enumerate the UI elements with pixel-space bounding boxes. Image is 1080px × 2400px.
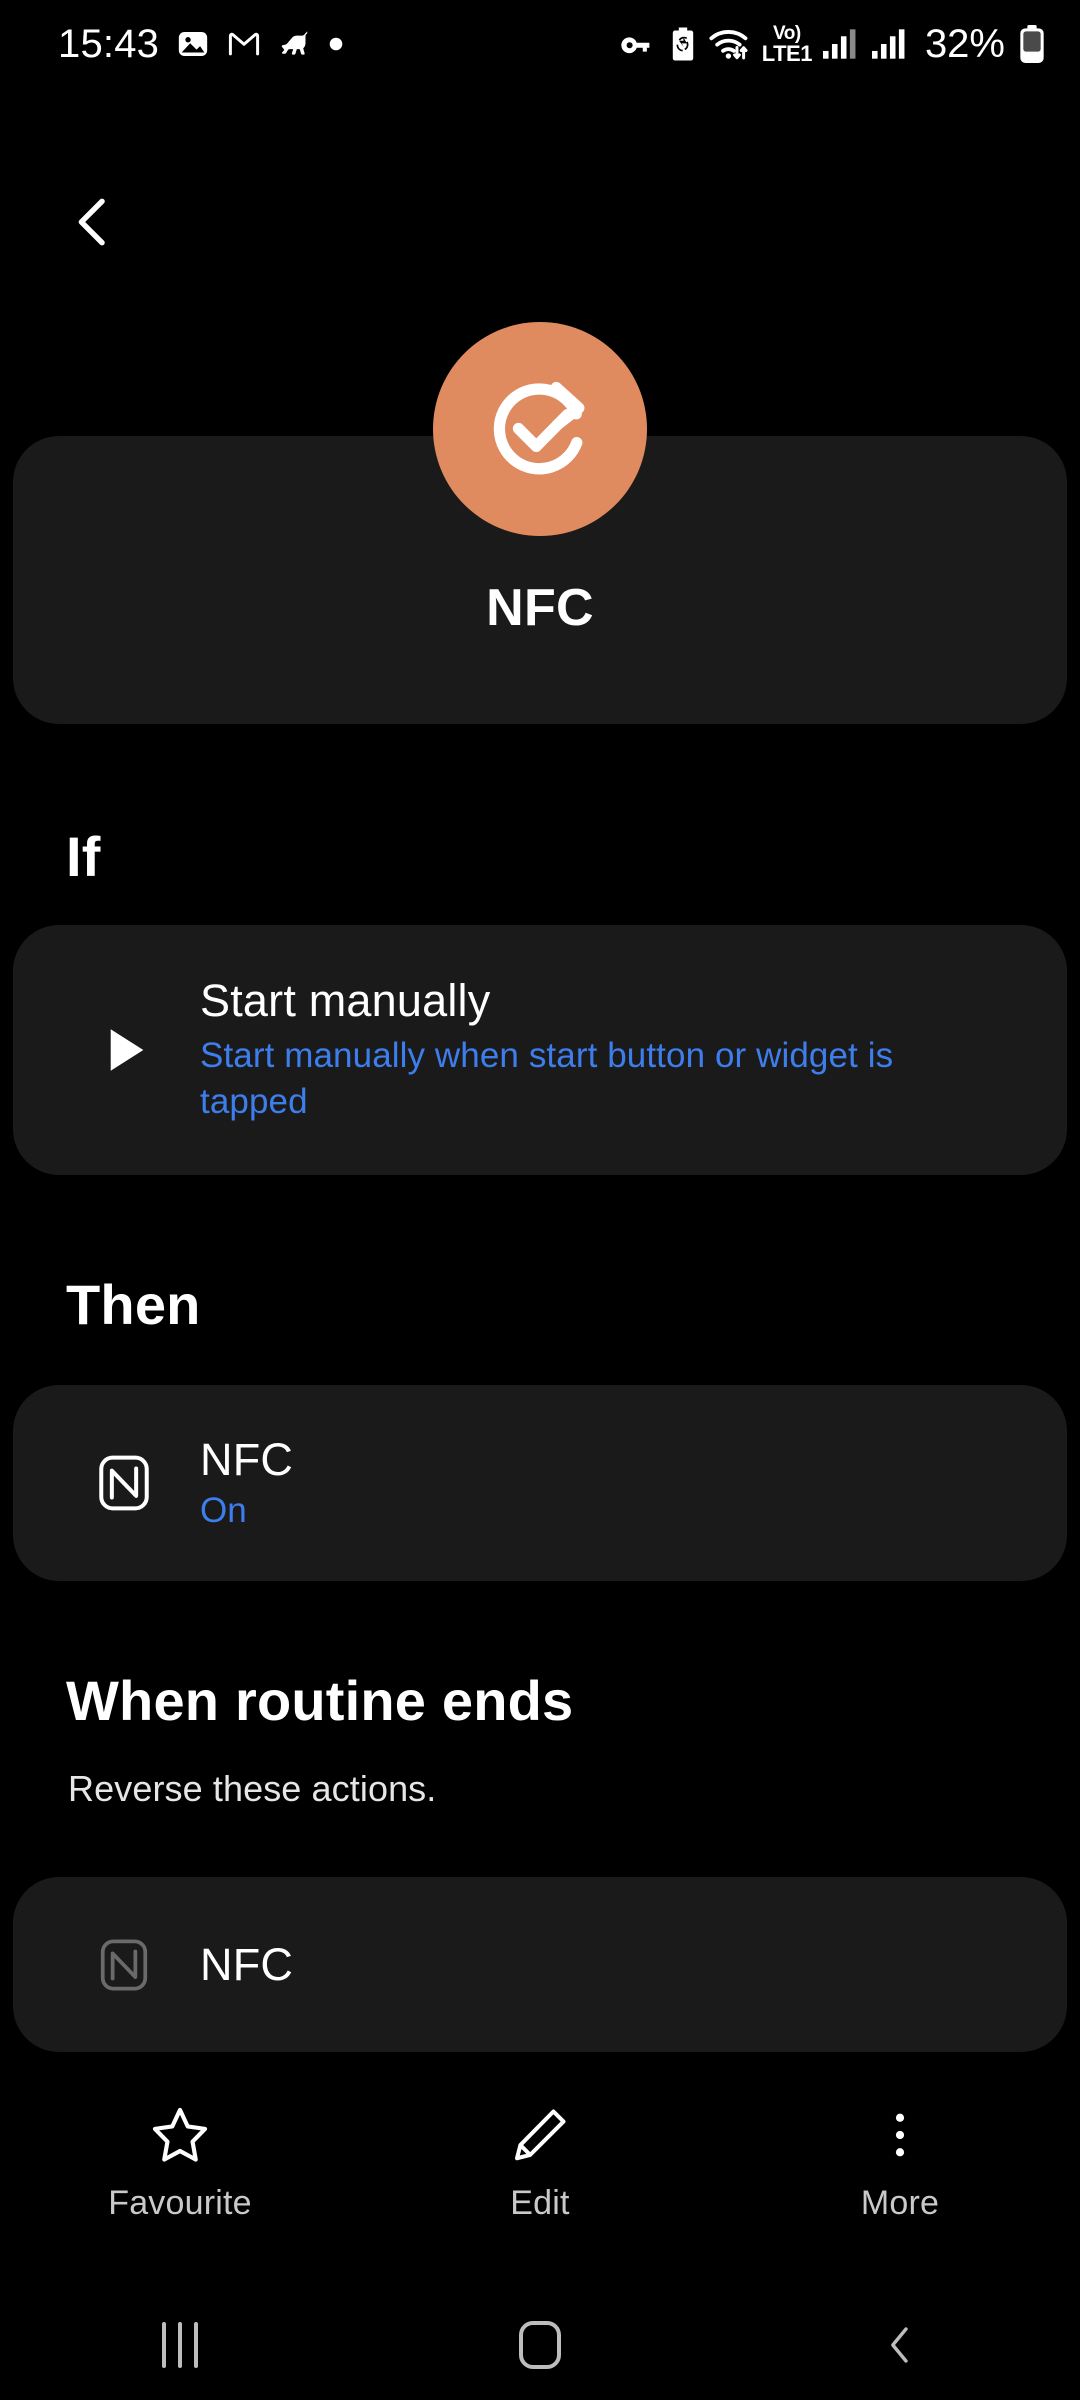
- routine-badge: [433, 322, 647, 536]
- back-button[interactable]: [45, 174, 141, 270]
- status-bar-left: 15:43: [58, 24, 343, 64]
- vpn-key-icon: [621, 37, 650, 54]
- battery-saver-icon: [672, 27, 693, 61]
- dot-icon: [329, 37, 343, 51]
- if-condition-subtitle: Start manually when start button or widg…: [200, 1036, 894, 1121]
- photo-icon: [178, 31, 208, 57]
- recents-icon: [162, 2322, 198, 2368]
- routine-ends-description: Reverse these actions.: [68, 1768, 437, 1809]
- gmail-icon: [229, 32, 260, 56]
- back-icon: [891, 2327, 908, 2363]
- pencil-icon: [509, 2100, 571, 2170]
- home-button[interactable]: [360, 2321, 720, 2369]
- if-condition-title: Start manually: [200, 975, 491, 1026]
- signal-sim1-icon: [822, 29, 856, 59]
- more-label: More: [860, 2184, 940, 2222]
- more-vertical-icon: [872, 2100, 928, 2170]
- if-condition-row[interactable]: Start manually Start manually when start…: [13, 925, 1067, 1175]
- phone-screen: 15:43 Vo) LTE1 32% NFC If Start manually…: [0, 0, 1080, 2400]
- system-navigation-bar: [0, 2290, 1080, 2400]
- section-heading-if: If: [66, 825, 101, 888]
- horse-icon: [281, 31, 308, 55]
- more-button[interactable]: More: [720, 2088, 1080, 2223]
- status-clock: 15:43: [58, 22, 160, 66]
- then-action-text: NFC On: [200, 1434, 293, 1532]
- volte-bottom-label: LTE1: [761, 41, 813, 66]
- status-bar-right: Vo) LTE1 32%: [619, 22, 1046, 66]
- routine-title: NFC: [486, 579, 594, 637]
- section-heading-routine-ends: When routine ends: [66, 1669, 574, 1732]
- then-action-subtitle: On: [200, 1491, 247, 1530]
- nav-back-button[interactable]: [720, 2321, 1080, 2369]
- nfc-icon: [78, 1452, 170, 1514]
- battery-percentage: 32%: [924, 22, 1005, 66]
- star-outline-icon: [148, 2100, 212, 2170]
- favourite-label: Favourite: [108, 2184, 252, 2222]
- routine-refresh-check-icon: [493, 381, 585, 475]
- nfc-icon-dimmed: [78, 1936, 170, 1994]
- routine-ends-action-row[interactable]: NFC: [13, 1877, 1067, 2052]
- favourite-button[interactable]: Favourite: [0, 2088, 360, 2223]
- battery-icon: [1020, 25, 1044, 63]
- edit-button[interactable]: Edit: [360, 2088, 720, 2223]
- routine-ends-action-text: NFC: [200, 1939, 293, 1991]
- if-condition-text: Start manually Start manually when start…: [200, 975, 960, 1125]
- wifi-icon: [709, 30, 748, 60]
- app-top-bar: [0, 160, 1080, 280]
- edit-label: Edit: [510, 2184, 570, 2222]
- then-action-row[interactable]: NFC On: [13, 1385, 1067, 1581]
- volte-icon: Vo) LTE1: [761, 24, 813, 66]
- home-icon: [519, 2321, 561, 2369]
- then-action-title: NFC: [200, 1434, 294, 1485]
- status-bar: 15:43 Vo) LTE1 32%: [0, 0, 1080, 88]
- section-heading-then: Then: [66, 1273, 201, 1336]
- routine-ends-action-title: NFC: [200, 1938, 294, 1990]
- bottom-action-bar: Favourite Edit More: [0, 2088, 1080, 2268]
- back-chevron-icon: [78, 198, 105, 246]
- signal-sim2-icon: [871, 29, 905, 59]
- play-triangle-icon: [78, 1021, 170, 1079]
- recents-button[interactable]: [0, 2322, 360, 2368]
